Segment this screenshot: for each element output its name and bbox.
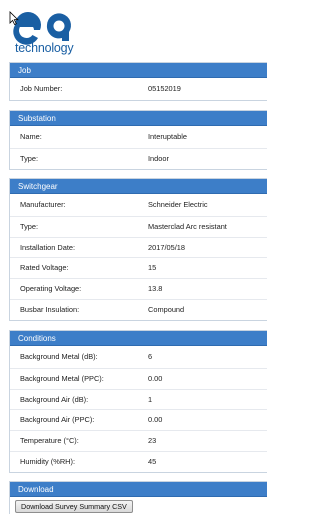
installation-date-label: Installation Date: [20, 242, 76, 252]
download-panel-body: Download Survey Summary CSV [10, 497, 267, 514]
download-panel-header: Download [10, 482, 267, 497]
rated-voltage-value: 15 [148, 263, 157, 273]
substation-panel-body: Name: Interuptable Type: Indoor [10, 126, 267, 169]
job-number-value: 05152019 [148, 84, 181, 93]
download-panel: Download Download Survey Summary CSV [9, 481, 267, 514]
conditions-panel-header: Conditions [10, 331, 267, 346]
substation-type-value: Indoor [148, 153, 169, 163]
switchgear-panel: Switchgear Manufacturer: Schneider Elect… [9, 178, 267, 321]
conditions-panel: Conditions Background Metal (dB): 6 Back… [9, 330, 267, 473]
background-air-db-value: 1 [148, 394, 153, 404]
humidity-row: Humidity (%RH): 45 [10, 450, 267, 472]
temperature-value: 23 [148, 436, 157, 446]
switchgear-type-row: Type: Masterclad Arc resistant [10, 215, 267, 237]
manufacturer-label: Manufacturer: [20, 200, 66, 209]
manufacturer-row: Manufacturer: Schneider Electric [10, 195, 267, 216]
operating-voltage-value: 13.8 [148, 284, 163, 294]
background-metal-db-label: Background Metal (dB): [20, 352, 98, 361]
rated-voltage-row: Rated Voltage: 15 [10, 257, 267, 278]
job-panel: Job Job Number: 05152019 [9, 62, 267, 101]
job-number-row: Job Number: 05152019 [10, 79, 267, 100]
installation-date-value: 2017/05/18 [148, 242, 185, 252]
background-air-ppc-value: 0.00 [148, 415, 163, 425]
background-air-ppc-row: Background Air (PPC): 0.00 [10, 409, 267, 430]
background-metal-db-row: Background Metal (dB): 6 [10, 347, 267, 368]
substation-type-label: Type: [20, 153, 39, 163]
switchgear-type-value: Masterclad Arc resistant [148, 221, 227, 231]
busbar-insulation-row: Busbar Insulation: Compound [10, 298, 267, 320]
operating-voltage-label: Operating Voltage: [20, 284, 82, 294]
job-panel-body: Job Number: 05152019 [10, 78, 267, 100]
substation-panel-header: Substation [10, 111, 267, 126]
substation-name-label: Name: [20, 132, 42, 141]
switchgear-panel-header: Switchgear [10, 179, 267, 194]
humidity-label: Humidity (%RH): [20, 456, 76, 466]
background-air-db-label: Background Air (dB): [20, 394, 89, 404]
substation-name-value: Interuptable [148, 132, 188, 141]
temperature-row: Temperature (°C): 23 [10, 430, 267, 451]
installation-date-row: Installation Date: 2017/05/18 [10, 236, 267, 258]
background-metal-ppc-row: Background Metal (PPC): 0.00 [10, 367, 267, 389]
job-panel-header: Job [10, 63, 267, 78]
job-number-label: Job Number: [20, 84, 63, 93]
background-metal-ppc-value: 0.00 [148, 373, 163, 383]
manufacturer-value: Schneider Electric [148, 200, 208, 209]
rated-voltage-label: Rated Voltage: [20, 263, 69, 273]
busbar-insulation-value: Compound [148, 304, 185, 314]
substation-panel: Substation Name: Interuptable Type: Indo… [9, 110, 267, 170]
substation-name-row: Name: Interuptable [10, 127, 267, 148]
temperature-label: Temperature (°C): [20, 436, 79, 446]
survey-page: technology Job Job Number: 05152019 Subs… [0, 0, 267, 514]
background-metal-ppc-label: Background Metal (PPC): [20, 373, 104, 383]
background-air-ppc-label: Background Air (PPC): [20, 415, 95, 425]
mouse-cursor-icon [9, 11, 19, 25]
background-metal-db-value: 6 [148, 352, 153, 361]
background-air-db-row: Background Air (dB): 1 [10, 388, 267, 410]
switchgear-type-label: Type: [20, 221, 39, 231]
logo-wordmark: technology [15, 41, 74, 55]
conditions-panel-body: Background Metal (dB): 6 Background Meta… [10, 346, 267, 472]
busbar-insulation-label: Busbar Insulation: [20, 304, 80, 314]
download-survey-summary-csv-button[interactable]: Download Survey Summary CSV [15, 500, 133, 513]
switchgear-panel-body: Manufacturer: Schneider Electric Type: M… [10, 194, 267, 320]
operating-voltage-row: Operating Voltage: 13.8 [10, 278, 267, 299]
humidity-value: 45 [148, 456, 157, 466]
substation-type-row: Type: Indoor [10, 147, 267, 169]
